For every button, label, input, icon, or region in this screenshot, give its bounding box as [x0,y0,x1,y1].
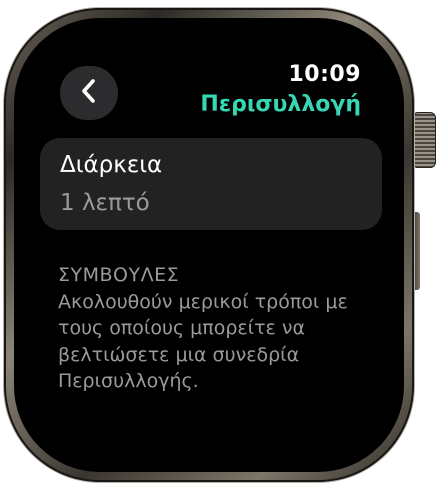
duration-value: 1 λεπτό [60,190,150,216]
page-title: Περισυλλογή [200,92,361,117]
duration-setting-row[interactable]: Διάρκεια 1 λεπτό [40,138,382,230]
chevron-left-icon [80,78,98,108]
tips-section: ΣΥΜΒΟΥΛΕΣ Ακολουθούν μερικοί τρόποι με τ… [58,262,368,395]
watch-device: 10:09 Περισυλλογή Διάρκεια 1 λεπτό ΣΥΜΒΟ… [0,0,439,487]
back-button[interactable] [60,66,118,120]
duration-label: Διάρκεια [60,152,163,178]
tips-heading: ΣΥΜΒΟΥΛΕΣ [58,264,180,286]
tips-body: Ακολουθούν μερικοί τρόποι με τους οποίου… [58,290,348,393]
watch-screen: 10:09 Περισυλλογή Διάρκεια 1 λεπτό ΣΥΜΒΟ… [0,0,439,487]
status-time: 10:09 [288,62,361,87]
